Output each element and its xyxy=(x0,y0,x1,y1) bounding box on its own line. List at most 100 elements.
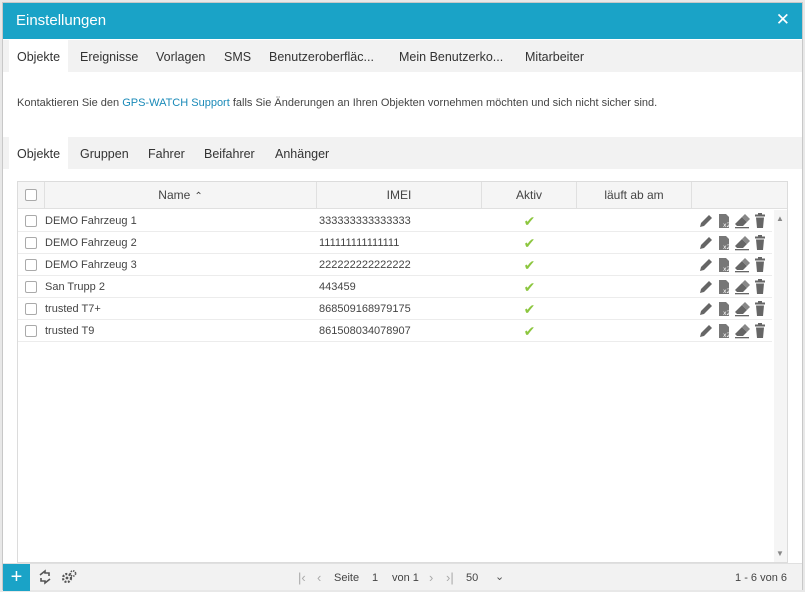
tab-objekte[interactable]: Objekte xyxy=(9,40,69,72)
trash-icon[interactable] xyxy=(752,323,768,339)
svg-text:x2: x2 xyxy=(723,332,731,339)
edit-icon[interactable] xyxy=(698,301,714,317)
duplicate-icon[interactable]: x2 xyxy=(716,235,732,251)
row-actions: x2 xyxy=(696,213,772,229)
column-header-name[interactable]: Name ⌃ xyxy=(45,182,317,209)
duplicate-icon[interactable]: x2 xyxy=(716,213,732,229)
cell-imei: 443459 xyxy=(319,281,356,293)
tab-ereignisse[interactable]: Ereignisse xyxy=(80,40,138,72)
tab-vorlagen[interactable]: Vorlagen xyxy=(156,40,205,72)
cell-name: DEMO Fahrzeug 1 xyxy=(45,215,137,227)
page-input[interactable]: 1 xyxy=(372,564,378,591)
table-row[interactable]: trusted T9 861508034078907 ✔ x2 xyxy=(18,320,772,342)
cell-name: trusted T7+ xyxy=(45,303,101,315)
column-header-expires[interactable]: läuft ab am xyxy=(577,182,692,209)
eraser-icon[interactable] xyxy=(734,213,750,229)
scroll-down-icon[interactable]: ▼ xyxy=(776,549,784,558)
cell-name: San Trupp 2 xyxy=(45,281,105,293)
table-row[interactable]: San Trupp 2 443459 ✔ x2 xyxy=(18,276,772,298)
support-notice: Kontaktieren Sie den GPS-WATCH Support f… xyxy=(17,97,657,109)
cell-imei: 868509168979175 xyxy=(319,303,411,315)
column-name-label: Name xyxy=(158,188,191,202)
column-header-aktiv[interactable]: Aktiv xyxy=(482,182,577,209)
gears-icon[interactable] xyxy=(61,569,77,585)
page-label: Seite xyxy=(334,572,360,584)
row-actions: x2 xyxy=(696,279,772,295)
duplicate-icon[interactable]: x2 xyxy=(716,279,732,295)
scroll-up-icon[interactable]: ▲ xyxy=(776,214,784,223)
row-checkbox[interactable] xyxy=(25,215,37,227)
subtab-anhaenger[interactable]: Anhänger xyxy=(275,137,329,169)
refresh-icon[interactable] xyxy=(37,569,53,585)
duplicate-icon[interactable]: x2 xyxy=(716,257,732,273)
prev-page-icon[interactable]: ‹ xyxy=(317,564,321,591)
table-row[interactable]: DEMO Fahrzeug 2 111111111111111 ✔ x2 xyxy=(18,232,772,254)
notice-prefix: Kontaktieren Sie den xyxy=(17,97,120,109)
row-actions: x2 xyxy=(696,257,772,273)
subtab-beifahrer[interactable]: Beifahrer xyxy=(204,137,255,169)
edit-icon[interactable] xyxy=(698,257,714,273)
eraser-icon[interactable] xyxy=(734,323,750,339)
svg-text:x2: x2 xyxy=(723,288,731,295)
cell-name: DEMO Fahrzeug 2 xyxy=(45,237,137,249)
duplicate-icon[interactable]: x2 xyxy=(716,323,732,339)
page-count: von 1 xyxy=(392,572,419,584)
main-tabs: Objekte Ereignisse Vorlagen SMS Benutzer… xyxy=(3,40,802,72)
subtab-fahrer[interactable]: Fahrer xyxy=(148,137,185,169)
table-row[interactable]: trusted T7+ 868509168979175 ✔ x2 xyxy=(18,298,772,320)
row-checkbox[interactable] xyxy=(25,325,37,337)
objects-grid: Name ⌃ IMEI Aktiv läuft ab am DEMO Fahrze… xyxy=(17,181,788,563)
trash-icon[interactable] xyxy=(752,235,768,251)
close-icon[interactable]: ✕ xyxy=(776,11,790,29)
edit-icon[interactable] xyxy=(698,213,714,229)
object-subtabs: Objekte Gruppen Fahrer Beifahrer Anhänge… xyxy=(3,137,802,169)
cell-name: DEMO Fahrzeug 3 xyxy=(45,259,137,271)
checkmark-icon: ✔ xyxy=(523,301,536,317)
trash-icon[interactable] xyxy=(752,301,768,317)
checkmark-icon: ✔ xyxy=(523,235,536,251)
row-checkbox[interactable] xyxy=(25,281,37,293)
first-page-icon[interactable]: |‹ xyxy=(298,564,306,591)
row-actions: x2 xyxy=(696,301,772,317)
page-size-select[interactable]: 50 xyxy=(466,564,478,591)
tab-sms[interactable]: SMS xyxy=(224,40,251,72)
subtab-objekte[interactable]: Objekte xyxy=(9,137,69,169)
row-checkbox[interactable] xyxy=(25,259,37,271)
edit-icon[interactable] xyxy=(698,279,714,295)
eraser-icon[interactable] xyxy=(734,235,750,251)
cell-name: trusted T9 xyxy=(45,325,95,337)
tab-mitarbeiter[interactable]: Mitarbeiter xyxy=(525,40,584,72)
table-row[interactable]: DEMO Fahrzeug 1 333333333333333 ✔ x2 xyxy=(18,210,772,232)
add-object-button[interactable]: + xyxy=(3,564,30,591)
chevron-down-icon[interactable]: ⌄ xyxy=(495,564,504,591)
cell-imei: 222222222222222 xyxy=(319,259,411,271)
cell-aktiv: ✔ xyxy=(482,276,577,298)
edit-icon[interactable] xyxy=(698,323,714,339)
select-all-checkbox[interactable] xyxy=(25,189,37,201)
subtab-gruppen[interactable]: Gruppen xyxy=(80,137,129,169)
row-checkbox[interactable] xyxy=(25,303,37,315)
trash-icon[interactable] xyxy=(752,213,768,229)
table-row[interactable]: DEMO Fahrzeug 3 222222222222222 ✔ x2 xyxy=(18,254,772,276)
settings-dialog: Einstellungen ✕ Objekte Ereignisse Vorla… xyxy=(2,2,803,591)
support-link[interactable]: GPS-WATCH Support xyxy=(122,97,230,109)
edit-icon[interactable] xyxy=(698,235,714,251)
cell-aktiv: ✔ xyxy=(482,298,577,320)
row-checkbox[interactable] xyxy=(25,237,37,249)
last-page-icon[interactable]: ›| xyxy=(446,564,454,591)
eraser-icon[interactable] xyxy=(734,279,750,295)
select-all-cell xyxy=(18,182,45,209)
tab-benutzeroberflaeche[interactable]: Benutzeroberfläc... xyxy=(269,40,374,72)
column-header-imei[interactable]: IMEI xyxy=(317,182,482,209)
cell-imei: 111111111111111 xyxy=(319,237,400,249)
eraser-icon[interactable] xyxy=(734,257,750,273)
next-page-icon[interactable]: › xyxy=(429,564,433,591)
dialog-title: Einstellungen xyxy=(16,12,107,29)
duplicate-icon[interactable]: x2 xyxy=(716,301,732,317)
svg-text:x2: x2 xyxy=(723,310,731,317)
trash-icon[interactable] xyxy=(752,257,768,273)
eraser-icon[interactable] xyxy=(734,301,750,317)
trash-icon[interactable] xyxy=(752,279,768,295)
grid-scrollbar[interactable]: ▲ ▼ xyxy=(774,210,787,562)
tab-mein-benutzerkonto[interactable]: Mein Benutzerko... xyxy=(399,40,503,72)
